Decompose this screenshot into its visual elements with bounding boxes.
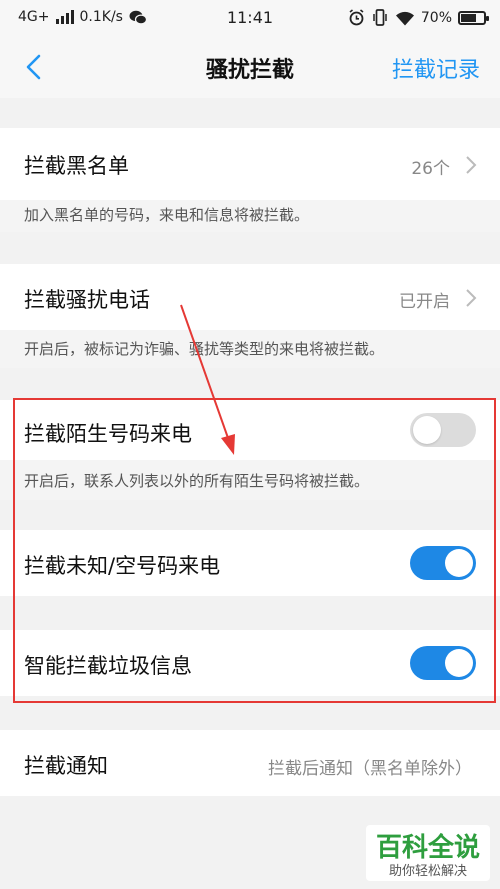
watermark-brand: 百科全说 <box>375 833 480 863</box>
annotation-arrow <box>180 304 235 455</box>
watermark-logo: 百科全说 助你轻松解决 <box>366 825 490 881</box>
watermark-slogan: 助你轻松解决 <box>388 864 467 879</box>
